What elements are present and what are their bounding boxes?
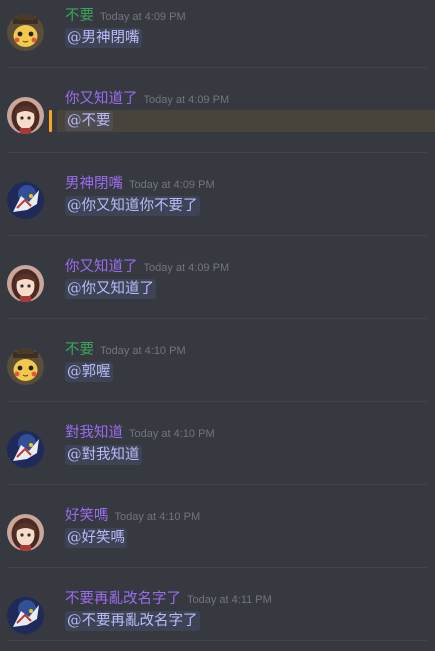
mecha-avatar[interactable] bbox=[7, 597, 44, 634]
message-header: 不要 Today at 4:10 PM bbox=[65, 340, 186, 360]
timestamp: Today at 4:09 PM bbox=[143, 262, 230, 274]
username[interactable]: 不要 bbox=[65, 6, 94, 26]
user-mention[interactable]: @郭喔 bbox=[65, 362, 113, 382]
message-divider bbox=[8, 567, 427, 568]
mecha-avatar[interactable] bbox=[7, 431, 44, 468]
anime-girl-avatar[interactable] bbox=[7, 97, 44, 134]
mecha-avatar[interactable] bbox=[7, 182, 44, 219]
timestamp: Today at 4:09 PM bbox=[143, 94, 230, 106]
message-content: @郭喔 bbox=[65, 361, 435, 383]
user-mention[interactable]: @你又知道了 bbox=[65, 279, 156, 299]
user-mention[interactable]: @男神閉嘴 bbox=[65, 28, 142, 48]
timestamp: Today at 4:10 PM bbox=[114, 511, 201, 523]
chat-message: 好笑嗎 Today at 4:10 PM @好笑嗎 bbox=[0, 506, 435, 572]
user-mention[interactable]: @不要再亂改名字了 bbox=[65, 611, 200, 631]
message-header: 不要再亂改名字了 Today at 4:11 PM bbox=[65, 589, 272, 609]
timestamp: Today at 4:09 PM bbox=[129, 179, 215, 191]
chat-message: 不要再亂改名字了 Today at 4:11 PM @不要再亂改名字了 bbox=[0, 589, 435, 651]
chat-message-list: 不要 Today at 4:09 PM @男神閉嘴 你又知道了 Today at… bbox=[0, 0, 435, 651]
username[interactable]: 對我知道 bbox=[65, 423, 123, 443]
username[interactable]: 好笑嗎 bbox=[65, 506, 109, 526]
message-content: @對我知道 bbox=[65, 444, 435, 466]
chat-message: 你又知道了 Today at 4:09 PM @你又知道了 bbox=[0, 257, 435, 323]
timestamp: Today at 4:10 PM bbox=[100, 345, 186, 357]
message-header: 你又知道了 Today at 4:09 PM bbox=[65, 89, 229, 109]
message-header: 男神閉嘴 Today at 4:09 PM bbox=[65, 174, 215, 194]
user-mention[interactable]: @對我知道 bbox=[65, 445, 142, 465]
message-header: 不要 Today at 4:09 PM bbox=[65, 6, 186, 26]
message-divider bbox=[8, 640, 427, 641]
message-header: 你又知道了 Today at 4:09 PM bbox=[65, 257, 229, 277]
chat-message: 不要 Today at 4:09 PM @男神閉嘴 bbox=[0, 6, 435, 72]
chat-message: 你又知道了 Today at 4:09 PM @不要 bbox=[0, 89, 435, 155]
message-divider bbox=[8, 235, 427, 236]
timestamp: Today at 4:09 PM bbox=[100, 11, 186, 23]
message-divider bbox=[8, 318, 427, 319]
message-divider bbox=[8, 67, 427, 68]
username[interactable]: 不要 bbox=[65, 340, 94, 360]
message-content: @男神閉嘴 bbox=[65, 27, 435, 49]
user-mention[interactable]: @好笑嗎 bbox=[65, 528, 127, 548]
message-divider bbox=[8, 401, 427, 402]
message-divider bbox=[8, 484, 427, 485]
message-content: @你又知道了 bbox=[65, 278, 435, 300]
anime-girl-avatar[interactable] bbox=[7, 265, 44, 302]
user-mention[interactable]: @你又知道你不要了 bbox=[65, 196, 200, 216]
chat-message: 不要 Today at 4:10 PM @郭喔 bbox=[0, 340, 435, 406]
message-content-mentioned: @不要 bbox=[49, 110, 435, 132]
message-content: @好笑嗎 bbox=[65, 527, 435, 549]
username[interactable]: 你又知道了 bbox=[65, 257, 138, 277]
message-content: @你又知道你不要了 bbox=[65, 195, 435, 217]
message-content: @不要再亂改名字了 bbox=[65, 610, 435, 632]
message-header: 好笑嗎 Today at 4:10 PM bbox=[65, 506, 200, 526]
chat-message: 男神閉嘴 Today at 4:09 PM @你又知道你不要了 bbox=[0, 174, 435, 240]
username[interactable]: 不要再亂改名字了 bbox=[65, 589, 181, 609]
message-header: 對我知道 Today at 4:10 PM bbox=[65, 423, 215, 443]
timestamp: Today at 4:10 PM bbox=[129, 428, 215, 440]
user-mention[interactable]: @不要 bbox=[65, 111, 113, 131]
pikachu-detective-avatar[interactable] bbox=[7, 14, 44, 51]
timestamp: Today at 4:11 PM bbox=[187, 594, 272, 606]
pikachu-detective-avatar[interactable] bbox=[7, 348, 44, 385]
message-divider bbox=[8, 152, 427, 153]
username[interactable]: 男神閉嘴 bbox=[65, 174, 123, 194]
anime-girl-avatar[interactable] bbox=[7, 514, 44, 551]
username[interactable]: 你又知道了 bbox=[65, 89, 138, 109]
chat-message: 對我知道 Today at 4:10 PM @對我知道 bbox=[0, 423, 435, 489]
